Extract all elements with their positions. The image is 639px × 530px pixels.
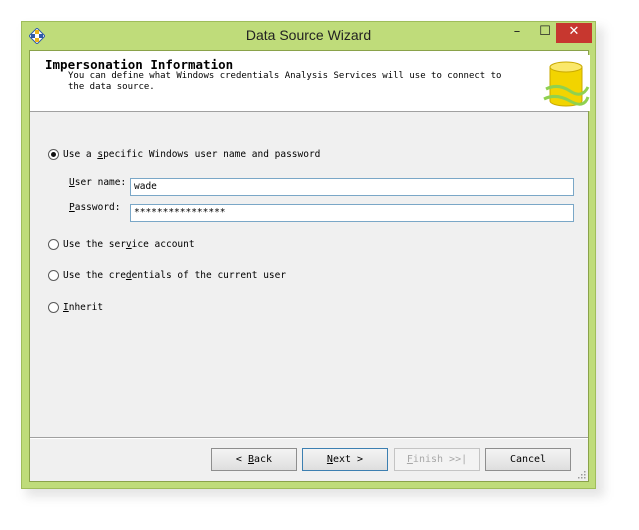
resize-grip-icon[interactable] (576, 469, 586, 479)
username-label: User name: (69, 177, 127, 188)
cancel-button[interactable]: Cancel (485, 448, 571, 471)
radio-service-account[interactable] (48, 239, 59, 250)
page-description: You can define what Windows credentials … (68, 71, 502, 92)
back-button[interactable]: < Back (211, 448, 297, 471)
maximize-button[interactable]: ☐ (531, 23, 559, 43)
finish-button[interactable]: Finish >>| (394, 448, 480, 471)
password-label: Password: (69, 202, 121, 213)
title-bar[interactable]: Data Source Wizard – ☐ ✕ (22, 22, 595, 50)
radio-current-user[interactable] (48, 270, 59, 281)
radio-inherit[interactable] (48, 302, 59, 313)
minimize-button[interactable]: – (503, 23, 531, 43)
username-field[interactable]: wade (130, 178, 574, 196)
database-icon (540, 55, 590, 111)
page-title: Impersonation Information (45, 57, 234, 72)
password-field[interactable]: **************** (130, 204, 574, 222)
header-band: Impersonation Information You can define… (30, 51, 590, 112)
radio-specific-user[interactable] (48, 149, 59, 160)
footer-divider (30, 437, 588, 438)
close-button[interactable]: ✕ (556, 23, 592, 43)
next-button[interactable]: Next > (302, 448, 388, 471)
wizard-window: Data Source Wizard – ☐ ✕ Impersonation I… (21, 21, 596, 489)
wizard-body: Impersonation Information You can define… (29, 50, 590, 482)
